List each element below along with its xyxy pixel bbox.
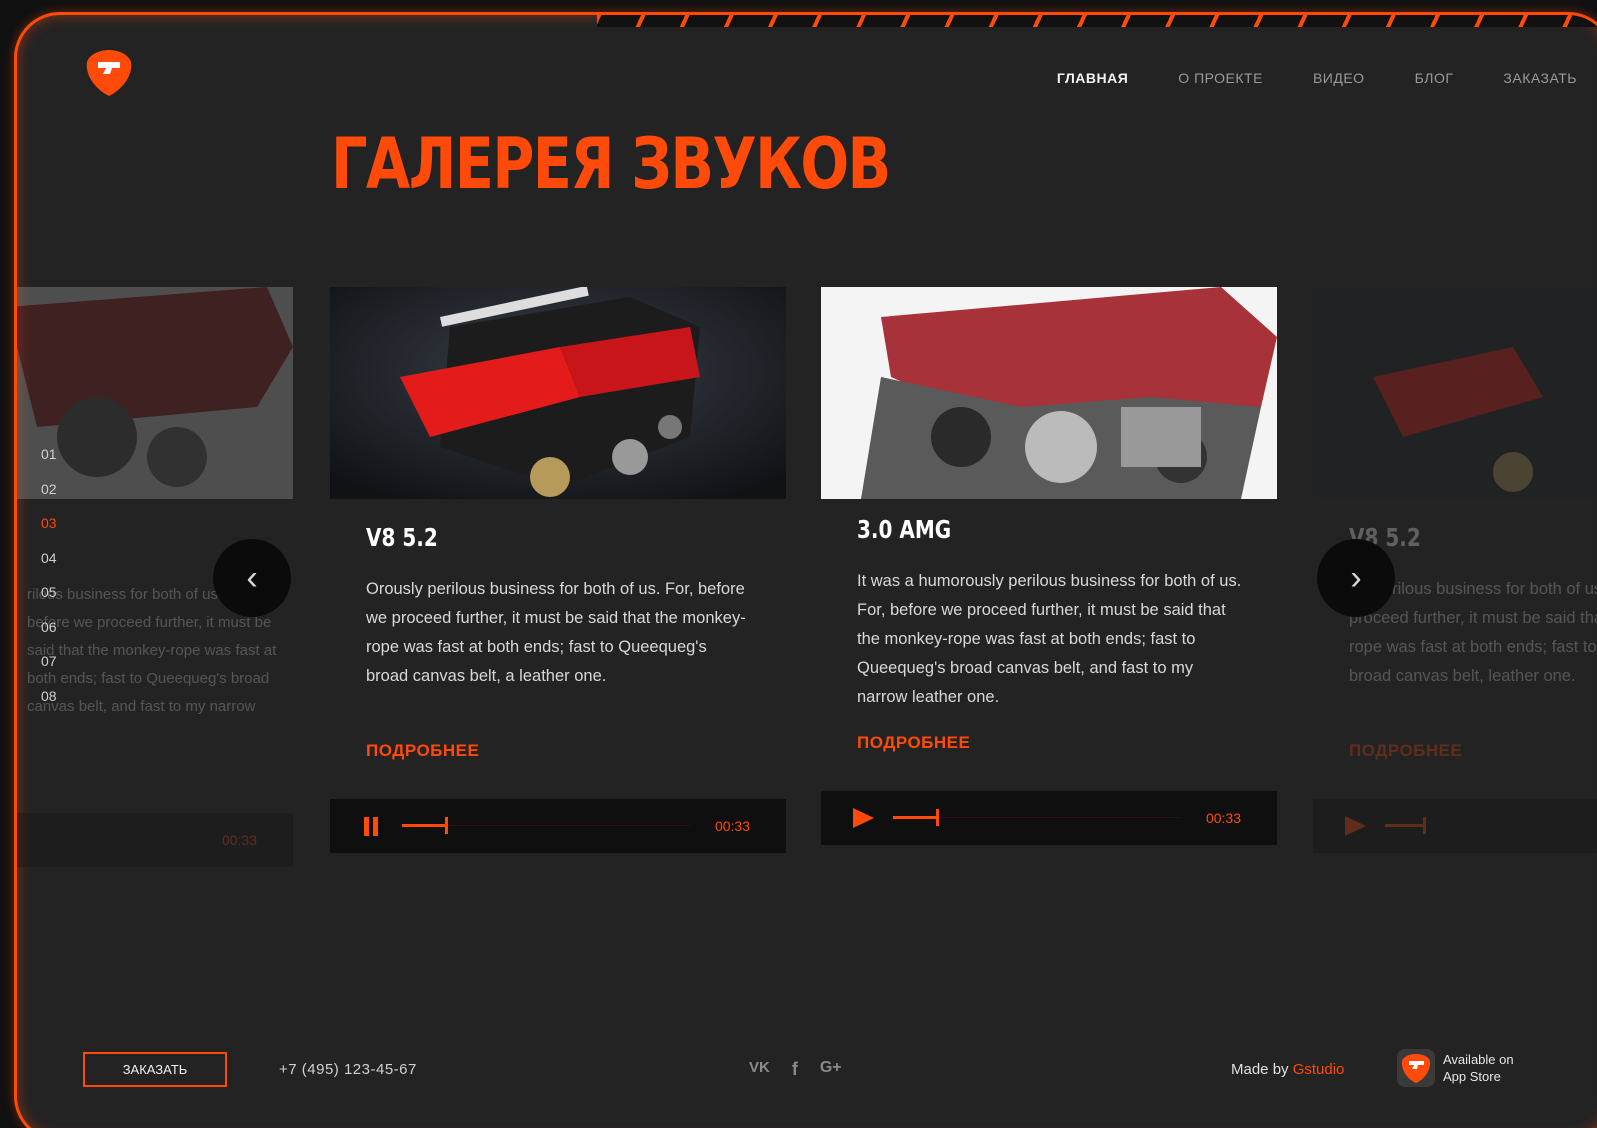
more-link[interactable]: ПОДРОБНЕЕ	[857, 733, 1277, 753]
app-frame: ГЛАВНАЯ О ПРОЕКТЕ ВИДЕО БЛОГ ЗАКАЗАТЬ ГА…	[14, 12, 1597, 1128]
logo-icon[interactable]	[83, 47, 135, 99]
card-title: V8 5.2	[366, 523, 438, 552]
google-plus-icon[interactable]: G+	[820, 1059, 842, 1080]
social-links: VK f G+	[749, 1059, 842, 1080]
page-number[interactable]: 05	[41, 584, 57, 619]
top-stripes-decoration	[597, 15, 1597, 27]
more-link[interactable]: ПОДРОБНЕЕ	[1349, 741, 1597, 761]
made-by-prefix: Made by	[1231, 1061, 1293, 1078]
audio-player: 00:33	[17, 813, 293, 867]
nav-item-blog[interactable]: БЛОГ	[1415, 70, 1454, 86]
card-description: Orously perilous business for both of us…	[366, 580, 746, 685]
page-number[interactable]: 06	[41, 619, 57, 654]
nav-item-home[interactable]: ГЛАВНАЯ	[1057, 70, 1128, 86]
slider-next-button[interactable]: ›	[1317, 539, 1395, 617]
page-number[interactable]: 07	[41, 653, 57, 688]
page-number[interactable]: 08	[41, 688, 57, 723]
slider-prev-button[interactable]: ‹	[213, 539, 291, 617]
track-time: 00:33	[221, 832, 257, 848]
slider-pagination: 01 02 03 04 05 06 07 08	[41, 446, 57, 722]
progress-handle[interactable]	[1423, 817, 1426, 834]
nav-item-about[interactable]: О ПРОЕКТЕ	[1178, 70, 1263, 86]
page-number[interactable]: 01	[41, 446, 57, 481]
app-store-badge[interactable]: Available on App Store	[1397, 1049, 1514, 1087]
gallery-card-v8[interactable]: V8 5.2 Orously perilous business for bot…	[330, 287, 786, 853]
play-icon[interactable]	[1343, 814, 1367, 838]
main-nav: ГЛАВНАЯ О ПРОЕКТЕ ВИДЕО БЛОГ ЗАКАЗАТЬ	[1057, 70, 1577, 86]
progress-handle[interactable]	[445, 817, 449, 834]
page-number[interactable]: 02	[41, 481, 57, 516]
track-time: 00:33	[714, 818, 750, 834]
pause-icon[interactable]	[360, 814, 384, 838]
chevron-right-icon: ›	[1350, 558, 1362, 597]
footer: ЗАКАЗАТЬ +7 (495) 123-45-67 VK f G+ Made…	[17, 1049, 1597, 1093]
studio-link[interactable]: Gstudio	[1293, 1061, 1345, 1078]
facebook-icon[interactable]: f	[792, 1059, 798, 1080]
audio-player: 00:33	[330, 799, 786, 853]
nav-item-video[interactable]: ВИДЕО	[1313, 70, 1365, 86]
app-store-line2: App Store	[1443, 1069, 1501, 1084]
phone-number[interactable]: +7 (495) 123-45-67	[279, 1061, 417, 1078]
progress-fill	[1385, 824, 1425, 827]
more-link[interactable]: ПОДРОБНЕЕ	[366, 741, 786, 761]
app-store-text: Available on App Store	[1443, 1051, 1514, 1085]
progress-fill	[402, 824, 446, 827]
vk-icon[interactable]: VK	[749, 1059, 770, 1080]
engine-image	[330, 287, 786, 499]
chevron-left-icon: ‹	[246, 558, 258, 597]
card-title: 3.0 AMG	[857, 515, 952, 544]
engine-image	[1313, 287, 1597, 499]
app-icon	[1397, 1049, 1435, 1087]
engine-image	[821, 287, 1277, 499]
card-description: It was a humorously perilous business fo…	[857, 572, 1242, 706]
track-time: 00:33	[1205, 810, 1241, 826]
audio-player	[1313, 799, 1597, 853]
page-number[interactable]: 04	[41, 550, 57, 585]
made-by: Made by Gstudio	[1231, 1061, 1344, 1078]
order-button[interactable]: ЗАКАЗАТЬ	[83, 1052, 227, 1087]
nav-item-order[interactable]: ЗАКАЗАТЬ	[1503, 70, 1577, 86]
play-icon[interactable]	[851, 806, 875, 830]
app-store-line1: Available on	[1443, 1052, 1514, 1067]
progress-fill	[893, 816, 937, 819]
page-title: ГАЛЕРЕЯ ЗВУКОВ	[331, 123, 891, 205]
progress-handle[interactable]	[936, 809, 940, 826]
page-number-active[interactable]: 03	[41, 515, 57, 550]
gallery-card-amg[interactable]: 3.0 AMG It was a humorously perilous bus…	[821, 287, 1277, 845]
audio-player: 00:33	[821, 791, 1277, 845]
